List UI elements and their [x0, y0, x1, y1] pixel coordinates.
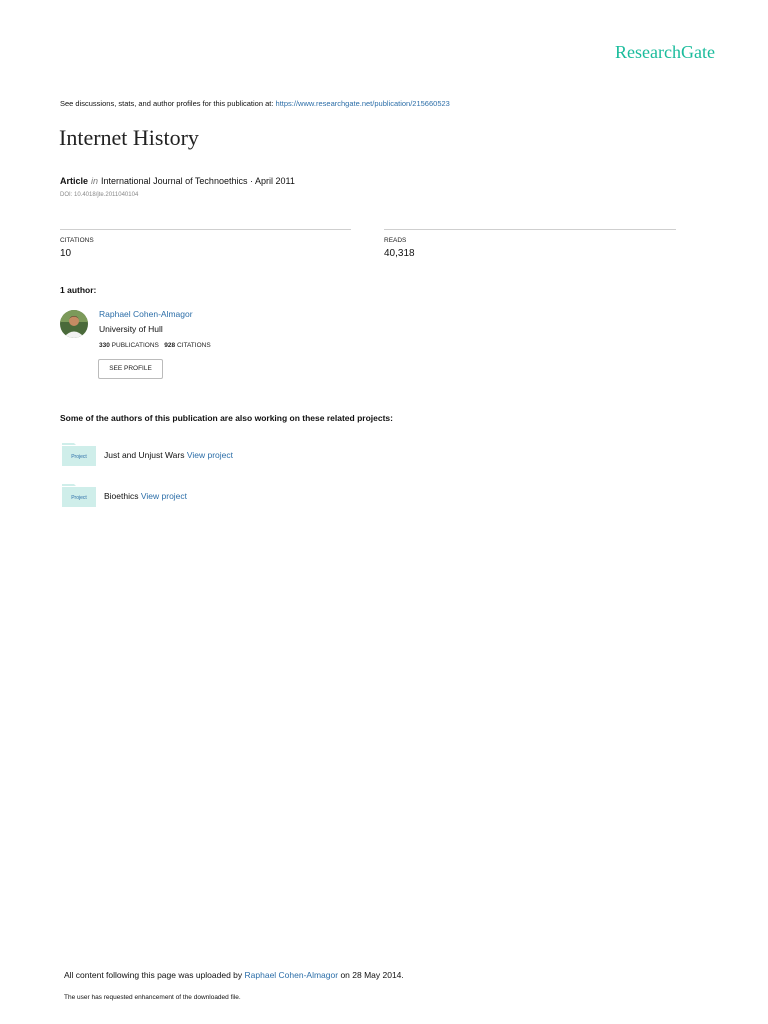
project-icon-label: Project	[71, 454, 87, 460]
author-stats: 330 PUBLICATIONS 928 CITATIONS	[99, 342, 211, 349]
authors-heading: 1 author:	[60, 285, 97, 295]
publication-url-link[interactable]: https://www.researchgate.net/publication…	[276, 99, 450, 108]
publication-meta: Article in International Journal of Techno…	[60, 176, 295, 186]
project-folder-icon: Project	[62, 484, 96, 507]
researchgate-logo[interactable]: ResearchGate	[615, 42, 715, 63]
author-name-link[interactable]: Raphael Cohen-Almagor	[99, 309, 193, 319]
publication-type: Article	[60, 176, 89, 186]
author-avatar[interactable]	[60, 310, 88, 338]
author-publications-count: 330	[99, 342, 110, 349]
view-project-link[interactable]: View project	[187, 450, 233, 460]
uploader-link[interactable]: Raphael Cohen-Almagor	[245, 970, 339, 980]
author-institution: University of Hull	[99, 324, 163, 334]
upload-prefix: All content following this page was uplo…	[64, 970, 245, 980]
projects-heading: Some of the authors of this publication …	[60, 413, 393, 423]
citations-value: 10	[60, 248, 72, 259]
project-item[interactable]: Project	[62, 441, 96, 471]
in-word: in	[91, 176, 99, 186]
upload-line: All content following this page was uplo…	[64, 970, 404, 980]
project-icon-label: Project	[71, 495, 87, 501]
discussion-line: See discussions, stats, and author profi…	[60, 99, 450, 108]
discussion-text: See discussions, stats, and author profi…	[60, 99, 276, 108]
view-project-link[interactable]: View project	[141, 491, 187, 501]
reads-label: READS	[384, 237, 407, 244]
project-item[interactable]: Project	[62, 482, 96, 512]
reads-value: 40,318	[384, 248, 415, 259]
citations-label: CITATIONS	[60, 237, 94, 244]
project-folder-icon: Project	[62, 443, 96, 466]
author-publications-label: PUBLICATIONS	[111, 342, 159, 349]
see-profile-button[interactable]: SEE PROFILE	[98, 359, 163, 379]
citations-divider	[60, 229, 351, 230]
project-name: Just and Unjust Wars	[104, 450, 185, 460]
publication-title: Internet History	[59, 125, 199, 150]
author-citations-label: CITATIONS	[176, 342, 211, 349]
project-text: Bioethics View project	[104, 491, 187, 501]
avatar-photo-icon	[60, 310, 88, 338]
publication-venue: International Journal of Technoethics · …	[101, 176, 295, 186]
reads-divider	[384, 229, 676, 230]
upload-suffix: on 28 May 2014.	[338, 970, 404, 980]
author-citations-count: 928	[164, 342, 176, 349]
project-name: Bioethics	[104, 491, 139, 501]
footer-note: The user has requested enhancement of th…	[64, 994, 241, 1001]
publication-doi: DOI: 10.4018/jte.2011040104	[60, 192, 139, 198]
project-text: Just and Unjust Wars View project	[104, 450, 233, 460]
